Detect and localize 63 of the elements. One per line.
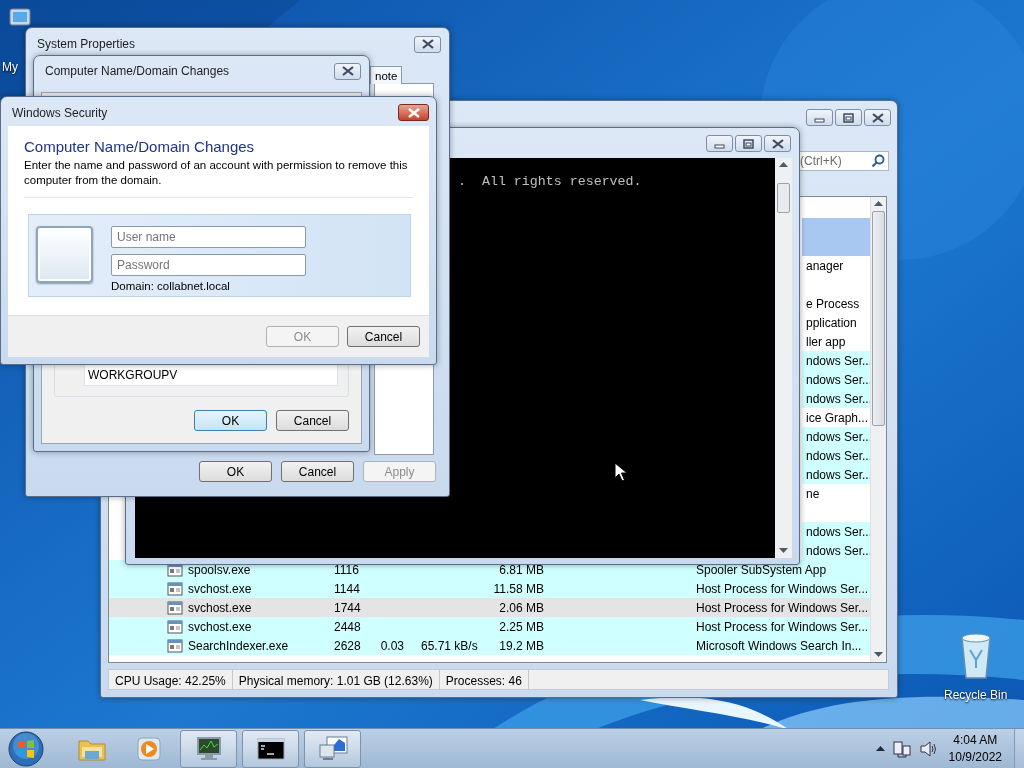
password-field[interactable]: Password	[111, 254, 306, 276]
table-cell-text: 2.06 MB	[498, 599, 544, 617]
table-cell-text: 0.03	[379, 637, 404, 655]
window-title: System Properties	[37, 36, 136, 53]
process-row[interactable]: ne	[802, 484, 870, 503]
table-cell-text: Host Process for Windows Ser...	[696, 618, 869, 636]
table-cell-text: 2448	[334, 618, 362, 636]
table-cell-text: pplication	[806, 314, 857, 332]
table-cell-text: 6.81 MB	[498, 561, 544, 579]
status-text: Physical memory: 1.01 GB (12.63%)	[232, 670, 440, 689]
table-cell-text: 1144	[334, 580, 361, 598]
clock-time: 4:04 AM	[952, 731, 999, 749]
window-title: Windows Security	[12, 104, 108, 122]
table-cell-text: Host Process for Windows Ser...	[696, 580, 869, 598]
table-cell-text: svchost.exe	[188, 618, 253, 636]
table-cell-text: Spooler SubSystem App	[696, 561, 828, 579]
process-row[interactable]: pplication	[802, 313, 870, 332]
dialog-button[interactable]: OK	[194, 410, 267, 431]
process-row[interactable]: e Process	[802, 294, 870, 313]
table-cell-text: 19.2 MB	[498, 637, 544, 655]
table-cell-text: ne	[806, 485, 820, 503]
process-row[interactable]: svchost.exe 2448 2.25 MB Host Process for Windows Ser...	[109, 617, 870, 636]
search-field[interactable]: (Ctrl+K)	[797, 151, 889, 171]
table-cell-text: svchost.exe	[188, 580, 253, 598]
window-title: Computer Name/Domain Changes	[45, 63, 230, 80]
icon-label[interactable]: My	[2, 58, 18, 76]
dialog-button[interactable]: Cancel	[281, 461, 354, 482]
table-cell-text: 1116	[334, 561, 360, 579]
table-cell-text: 11.58 MB	[492, 580, 544, 598]
workgroup-field[interactable]: WORKGROUPV	[84, 364, 338, 386]
table-cell-text: 2628	[334, 637, 362, 655]
icon-label[interactable]: Recycle Bin	[944, 686, 1008, 704]
table-cell-text: 2.25 MB	[498, 618, 544, 636]
table-cell-text: SearchIndexer.exe	[188, 637, 290, 655]
status-text: CPU Usage: 42.25%	[109, 670, 233, 689]
clock-date: 10/9/2022	[948, 748, 1002, 766]
search-placeholder: (Ctrl+K)	[800, 153, 842, 170]
username-field[interactable]: User name	[111, 226, 306, 248]
process-row[interactable]: ller app	[802, 332, 870, 351]
dialog-message: Enter the name and password of an account with permission to remove this computer from the domain.	[24, 158, 409, 188]
dialog-heading: Computer Name/Domain Changes	[24, 137, 256, 157]
table-cell-text: Host Process for Windows Ser...	[696, 599, 869, 617]
clock[interactable]: 4:04 AM 10/9/2022	[948, 731, 1002, 766]
dialog-button[interactable]: Cancel	[347, 326, 420, 347]
tab[interactable]: note	[370, 66, 402, 84]
status-text: Processes: 46	[439, 670, 529, 689]
table-cell-text: e Process	[806, 295, 860, 313]
table-cell-text: spoolsv.exe	[188, 561, 252, 579]
process-row[interactable]: anager	[802, 256, 870, 275]
table-cell-text: anager	[806, 257, 844, 275]
table-cell-text: Microsoft Windows Search In...	[696, 637, 863, 655]
credential-tile[interactable]: User name Password Domain: collabnet.local	[28, 214, 411, 297]
table-cell-text: 1744	[334, 599, 362, 617]
dialog-button[interactable]: OK	[199, 461, 272, 482]
table-cell-text: svchost.exe	[188, 599, 253, 617]
dialog-button[interactable]: Cancel	[276, 410, 349, 431]
process-row[interactable]: svchost.exe 1744 2.06 MB Host Process for Windows Ser...	[109, 598, 870, 617]
table-cell-text: 65.71 kB/s	[421, 637, 479, 655]
console-text: . All rights reserved.	[458, 174, 643, 190]
table-cell-text: ller app	[806, 333, 846, 351]
process-row[interactable]: SearchIndexer.exe 2628 0.03 65.71 kB/s 19.2 MB Microsoft Windows Search In...	[109, 636, 870, 655]
process-row[interactable]: svchost.exe 1144 11.58 MB Host Process for Windows Ser...	[109, 579, 870, 598]
domain-label: Domain: collabnet.local	[111, 279, 231, 294]
